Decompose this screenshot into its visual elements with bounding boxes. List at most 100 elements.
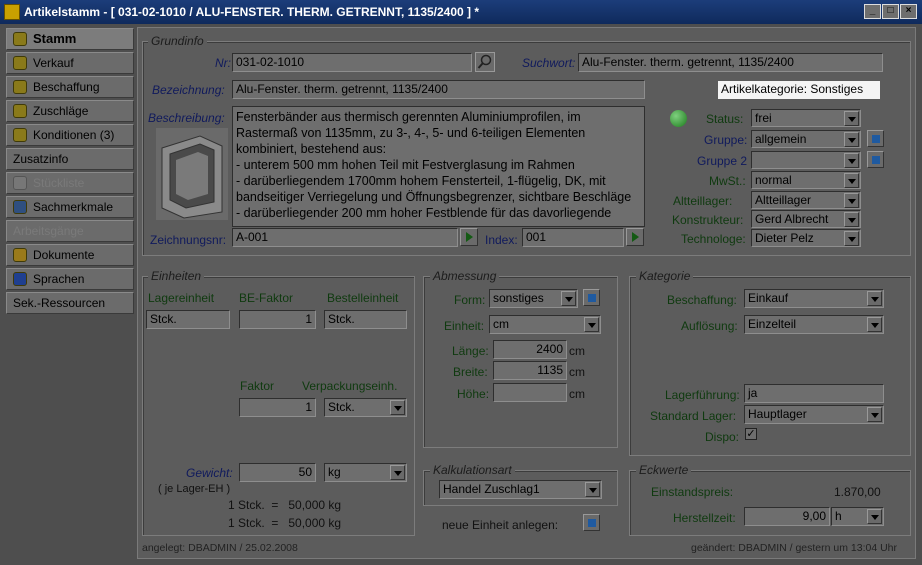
- bestelleinheit-label: Bestelleinheit: [327, 291, 399, 305]
- title-bar: Artikelstamm - [ 031-02-1010 / ALU-FENST…: [0, 0, 922, 24]
- befaktor-input[interactable]: 1: [239, 310, 316, 329]
- gewicht-unit-select[interactable]: kg: [324, 463, 407, 482]
- flag-icon: [13, 272, 27, 286]
- window-title: Artikelstamm - [ 031-02-1010 / ALU-FENST…: [24, 5, 480, 19]
- dispo-label: Dispo:: [705, 430, 740, 444]
- gewicht-input[interactable]: 50: [239, 463, 316, 482]
- beschreibung-line: Rastermaß von 1135mm, zu 3-, 4-, 5- und …: [236, 126, 586, 140]
- einheiten-title: Einheiten: [148, 269, 205, 283]
- kategorie-title: Kategorie: [636, 269, 694, 283]
- gewicht-label: Gewicht:: [186, 466, 233, 480]
- verpackung-select[interactable]: Stck.: [324, 398, 407, 417]
- konstrukteur-label: Konstrukteur:: [672, 213, 744, 227]
- chevron-down-icon[interactable]: [844, 212, 859, 227]
- chevron-down-icon[interactable]: [867, 291, 882, 306]
- chevron-down-icon[interactable]: [585, 482, 600, 497]
- chevron-down-icon[interactable]: [867, 509, 882, 524]
- sidebar-item-sprachen[interactable]: Sprachen: [6, 268, 134, 290]
- close-button[interactable]: ×: [900, 4, 917, 19]
- breite-input[interactable]: 1135: [493, 361, 567, 380]
- chevron-down-icon[interactable]: [844, 173, 859, 188]
- bestelleinheit-input[interactable]: Stck.: [324, 310, 407, 329]
- gear-icon: [13, 80, 27, 94]
- standardlager-select[interactable]: Hauptlager: [744, 405, 884, 424]
- dispo-checkbox[interactable]: ✓: [745, 428, 757, 440]
- gewicht-sublabel: ( je Lager-EH ): [158, 483, 231, 495]
- befaktor-label: BE-Faktor: [239, 291, 294, 305]
- aufloesung-select[interactable]: Einzelteil: [744, 315, 884, 334]
- gruppe-edit-button[interactable]: [867, 130, 884, 147]
- form-edit-button[interactable]: [583, 289, 600, 306]
- index-input[interactable]: 001: [522, 228, 624, 247]
- faktor-label: Faktor: [240, 379, 275, 393]
- sidebar-item-beschaffung[interactable]: Beschaffung: [6, 76, 134, 98]
- laenge-input[interactable]: 2400: [493, 340, 567, 359]
- altteillager-select[interactable]: Altteillager: [751, 191, 861, 209]
- chevron-down-icon[interactable]: [844, 132, 859, 147]
- neue-einheit-button[interactable]: [583, 514, 600, 531]
- chevron-down-icon[interactable]: [844, 153, 859, 168]
- technologe-select[interactable]: Dieter Pelz: [751, 229, 861, 247]
- zeichnungsnr-open-button[interactable]: [460, 228, 478, 246]
- standardlager-label: Standard Lager:: [650, 409, 737, 423]
- form-select[interactable]: sonstiges: [489, 289, 578, 308]
- list-icon: [13, 176, 27, 190]
- chevron-down-icon[interactable]: [867, 317, 882, 332]
- lagerfuehrung-input[interactable]: ja: [744, 384, 884, 403]
- beschaffung-select[interactable]: Einkauf: [744, 289, 884, 308]
- search-button[interactable]: [475, 52, 495, 72]
- mwst-label: MwSt.:: [709, 174, 746, 188]
- technologe-label: Technologe:: [681, 232, 746, 246]
- zeichnungsnr-input[interactable]: A-001: [232, 228, 458, 247]
- chevron-down-icon[interactable]: [390, 400, 405, 415]
- sidebar-item-stamm[interactable]: Stamm: [6, 28, 134, 50]
- chevron-down-icon[interactable]: [844, 231, 859, 246]
- sidebar-item-arbeitsgaenge[interactable]: Arbeitsgänge: [6, 220, 134, 242]
- chevron-down-icon[interactable]: [844, 111, 859, 126]
- chevron-down-icon[interactable]: [584, 317, 599, 332]
- lagereinheit-input[interactable]: Stck.: [146, 310, 230, 329]
- gruppe2-edit-button[interactable]: [867, 151, 884, 168]
- suchwort-input[interactable]: Alu-Fenster. therm. getrennt, 1135/2400: [578, 53, 883, 72]
- sidebar-item-stueckliste[interactable]: Stückliste: [6, 172, 134, 194]
- status-select[interactable]: frei: [751, 109, 861, 127]
- mwst-select[interactable]: normal: [751, 171, 861, 189]
- chevron-down-icon[interactable]: [867, 407, 882, 422]
- chevron-down-icon[interactable]: [390, 465, 405, 480]
- beschaffung-label: Beschaffung:: [667, 293, 737, 307]
- herstellzeit-input[interactable]: 9,00: [744, 507, 830, 526]
- sidebar-item-zusatzinfo[interactable]: Zusatzinfo: [6, 148, 134, 170]
- minimize-button[interactable]: _: [864, 4, 881, 19]
- herstellzeit-unit-select[interactable]: h: [831, 507, 884, 526]
- properties-icon: [13, 200, 27, 214]
- konstrukteur-select[interactable]: Gerd Albrecht: [751, 210, 861, 228]
- breite-unit: cm: [569, 365, 585, 379]
- beschreibung-label: Beschreibung:: [148, 111, 225, 125]
- laenge-label: Länge:: [452, 344, 489, 358]
- search-icon: [477, 54, 492, 69]
- window-profile-icon: [161, 135, 223, 219]
- sidebar-item-zuschlaege[interactable]: Zuschläge: [6, 100, 134, 122]
- sidebar-item-sek-ressourcen[interactable]: Sek.-Ressourcen: [6, 292, 134, 314]
- index-open-button[interactable]: [626, 228, 644, 246]
- verpackung-label: Verpackungseinh.: [302, 379, 398, 393]
- status-label: Status:: [706, 112, 744, 126]
- gruppe2-select[interactable]: [751, 151, 861, 169]
- bezeichnung-input[interactable]: Alu-Fenster. therm. getrennt, 1135/2400: [232, 80, 645, 99]
- nr-input[interactable]: 031-02-1010: [232, 53, 472, 72]
- maximize-button[interactable]: □: [882, 4, 899, 19]
- gruppe-select[interactable]: allgemein: [751, 130, 861, 148]
- sidebar-item-konditionen[interactable]: Konditionen (3): [6, 124, 134, 146]
- gruppe-label: Gruppe:: [704, 133, 748, 147]
- sidebar-item-sachmerkmale[interactable]: Sachmerkmale: [6, 196, 134, 218]
- einheit-select[interactable]: cm: [489, 315, 601, 334]
- kalkulation-select[interactable]: Handel Zuschlag1: [439, 480, 602, 499]
- chevron-down-icon[interactable]: [844, 193, 859, 208]
- form-label: Form:: [454, 293, 486, 307]
- sidebar-item-dokumente[interactable]: Dokumente: [6, 244, 134, 266]
- hoehe-input[interactable]: [493, 383, 567, 402]
- faktor-input[interactable]: 1: [239, 398, 316, 417]
- sidebar-item-verkauf[interactable]: Verkauf: [6, 52, 134, 74]
- chevron-down-icon[interactable]: [561, 291, 576, 306]
- beschreibung-textarea[interactable]: Fensterbänder aus thermisch gerennten Al…: [232, 106, 645, 227]
